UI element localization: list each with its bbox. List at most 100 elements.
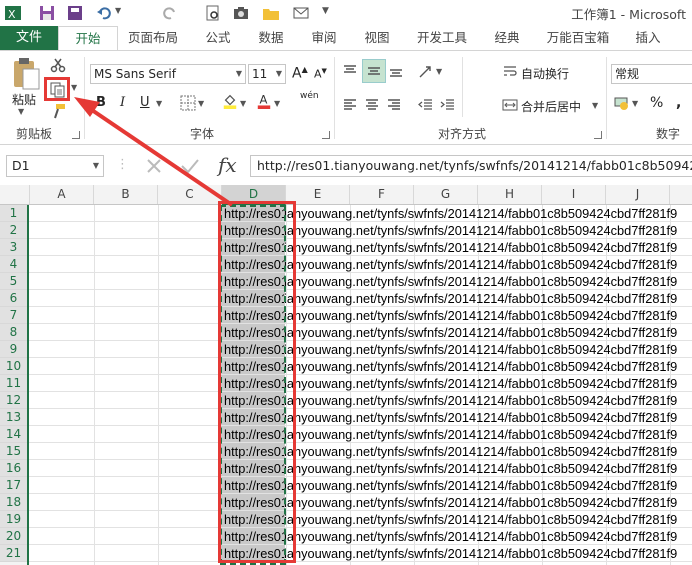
increase-indent-icon[interactable] xyxy=(440,97,456,113)
resize-handle-icon[interactable]: ⋮ xyxy=(116,157,129,172)
wrap-text-icon[interactable] xyxy=(502,64,518,80)
row-header[interactable]: 18 xyxy=(0,494,27,511)
row-header[interactable]: 19 xyxy=(0,511,27,528)
wrap-text-button[interactable]: 自动换行 xyxy=(521,65,569,82)
italic-button[interactable]: I xyxy=(120,95,125,110)
tab-file[interactable]: 文件 xyxy=(0,26,58,50)
font-color-dropdown-icon[interactable]: ▼ xyxy=(274,99,280,108)
percent-button[interactable]: % xyxy=(650,95,663,111)
tab-home[interactable]: 开始 xyxy=(58,26,118,51)
row-header[interactable]: 10 xyxy=(0,358,27,375)
column-header[interactable]: G xyxy=(414,185,478,204)
print-preview-icon[interactable] xyxy=(204,4,222,22)
copy-dropdown-icon[interactable]: ▼ xyxy=(71,83,77,92)
column-header[interactable]: F xyxy=(350,185,414,204)
align-middle-button[interactable] xyxy=(362,59,386,83)
insert-function-button[interactable]: fx xyxy=(218,153,237,177)
orientation-dropdown-icon[interactable]: ▼ xyxy=(436,67,442,76)
tab-view[interactable]: 视图 xyxy=(357,26,397,50)
column-header[interactable] xyxy=(670,185,692,204)
undo-icon[interactable] xyxy=(96,4,114,22)
paste-button[interactable]: 粘贴 xyxy=(12,91,36,108)
undo-dropdown-icon[interactable]: ▼ xyxy=(115,6,121,15)
phonetic-button[interactable]: wén xyxy=(300,91,319,101)
excel-app-icon[interactable]: X xyxy=(4,4,22,22)
email-icon[interactable] xyxy=(292,4,310,22)
fill-color-icon[interactable] xyxy=(222,93,238,109)
formula-input[interactable]: http://res01.tianyouwang.net/tynfs/swfnf… xyxy=(250,155,692,177)
cut-icon[interactable] xyxy=(50,57,66,73)
grow-font-icon[interactable]: A▲ xyxy=(292,65,308,82)
row-header[interactable]: 15 xyxy=(0,443,27,460)
clipboard-launcher-icon[interactable] xyxy=(72,131,80,139)
tab-data[interactable]: 数据 xyxy=(251,26,291,50)
tab-developer[interactable]: 开发工具 xyxy=(412,26,472,50)
row-header[interactable]: 16 xyxy=(0,460,27,477)
row-header[interactable]: 3 xyxy=(0,239,27,256)
tab-review[interactable]: 审阅 xyxy=(304,26,344,50)
save-as-icon[interactable] xyxy=(66,4,84,22)
row-header[interactable]: 6 xyxy=(0,290,27,307)
tab-toolbox[interactable]: 万能百宝箱 xyxy=(542,26,614,50)
align-left-icon[interactable] xyxy=(342,97,358,113)
format-painter-icon[interactable] xyxy=(50,103,66,119)
comma-style-icon[interactable]: , xyxy=(676,95,681,111)
paste-dropdown-icon[interactable]: ▼ xyxy=(18,107,24,116)
row-header[interactable]: 17 xyxy=(0,477,27,494)
align-right-icon[interactable] xyxy=(386,97,402,113)
merge-center-icon[interactable] xyxy=(502,97,518,113)
bold-button[interactable]: B xyxy=(96,95,106,110)
row-header[interactable]: 21 xyxy=(0,545,27,562)
worksheet-grid[interactable]: A B C D E F G H I J 1 2 3 4 5 6 7 8 9 10 11 12 13 14 1… xyxy=(0,185,692,565)
row-header[interactable]: 12 xyxy=(0,392,27,409)
enter-icon[interactable] xyxy=(180,157,200,175)
font-family-select[interactable]: MS Sans Serif ▼ xyxy=(90,64,246,84)
underline-dropdown-icon[interactable]: ▼ xyxy=(156,99,162,108)
row-header[interactable]: 8 xyxy=(0,324,27,341)
name-box[interactable]: D1 ▼ xyxy=(6,155,104,177)
tab-formulas[interactable]: 公式 xyxy=(198,26,238,50)
select-all-button[interactable] xyxy=(0,185,30,204)
column-header[interactable]: I xyxy=(542,185,606,204)
row-header[interactable]: 9 xyxy=(0,341,27,358)
row-header[interactable]: 20 xyxy=(0,528,27,545)
row-header[interactable]: 5 xyxy=(0,273,27,290)
row-header[interactable]: 4 xyxy=(0,256,27,273)
row-header[interactable]: 2 xyxy=(0,222,27,239)
border-dropdown-icon[interactable]: ▼ xyxy=(198,99,204,108)
underline-button[interactable]: U xyxy=(140,95,150,110)
font-size-select[interactable]: 11 ▼ xyxy=(248,64,286,84)
folder-icon[interactable] xyxy=(262,4,280,22)
font-launcher-icon[interactable] xyxy=(322,131,330,139)
column-header[interactable]: C xyxy=(158,185,222,204)
align-top-icon[interactable] xyxy=(342,63,358,79)
font-color-icon[interactable]: A xyxy=(256,93,272,109)
merge-center-button[interactable]: 合并后居中 xyxy=(521,98,581,115)
align-bottom-icon[interactable] xyxy=(388,63,404,79)
cancel-icon[interactable] xyxy=(145,157,163,175)
row-header[interactable]: 13 xyxy=(0,409,27,426)
column-header[interactable]: J xyxy=(606,185,670,204)
column-header[interactable]: A xyxy=(30,185,94,204)
row-header[interactable]: 1 xyxy=(0,205,27,222)
column-header[interactable]: H xyxy=(478,185,542,204)
accounting-dropdown-icon[interactable]: ▼ xyxy=(632,99,638,108)
save-icon[interactable] xyxy=(38,4,56,22)
column-header[interactable]: B xyxy=(94,185,158,204)
row-header[interactable]: 14 xyxy=(0,426,27,443)
orientation-icon[interactable] xyxy=(418,63,434,79)
shrink-font-icon[interactable]: A▼ xyxy=(314,67,327,81)
row-header[interactable]: 7 xyxy=(0,307,27,324)
redo-icon[interactable] xyxy=(160,4,178,22)
number-format-select[interactable]: 常规 xyxy=(611,64,692,84)
copy-button[interactable] xyxy=(44,77,70,101)
tab-page-layout[interactable]: 页面布局 xyxy=(122,26,184,50)
paste-icon[interactable] xyxy=(10,57,42,91)
fill-color-dropdown-icon[interactable]: ▼ xyxy=(240,99,246,108)
border-icon[interactable] xyxy=(180,95,196,111)
customize-icon[interactable]: ▼ xyxy=(322,6,329,16)
tab-insert[interactable]: 插入 xyxy=(628,26,668,50)
tab-classic[interactable]: 经典 xyxy=(487,26,527,50)
accounting-format-icon[interactable] xyxy=(614,95,630,111)
align-center-icon[interactable] xyxy=(364,97,380,113)
